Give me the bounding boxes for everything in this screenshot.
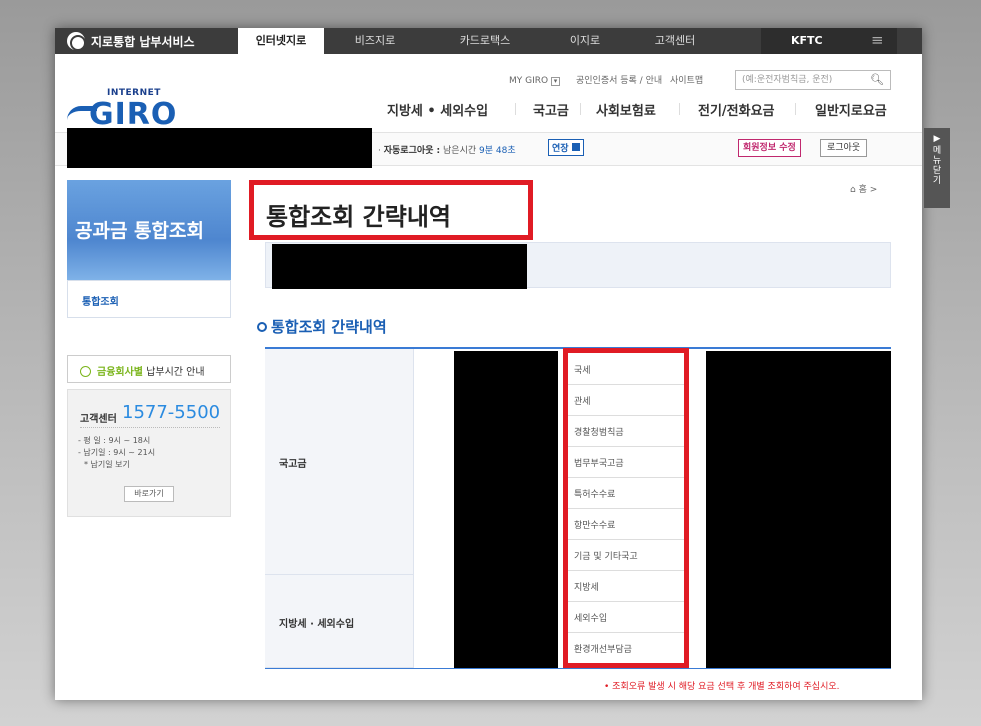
tab-internet-giro[interactable]: 인터넷지로 (238, 28, 324, 54)
list-item[interactable]: 관세 (568, 384, 684, 416)
section-title: 통합조회 간략내역 (257, 316, 387, 337)
tab-customer-center[interactable]: 고객센터 (635, 28, 715, 54)
tax-type-list-highlight: 국세 관세 경찰청범칙금 법무부국고금 특허수수료 항만수수료 기금 및 기타국… (563, 348, 689, 668)
cs-phone: 1577-5500 (122, 402, 221, 423)
table-row-header: 지방세 · 세외수입 (265, 575, 413, 668)
gnb-general-giro[interactable]: 일반지로요금 (815, 100, 887, 119)
cert-link[interactable]: 공인인증서 등록 / 안내 (576, 73, 662, 89)
giro-logo[interactable]: INTERNET GIRO (67, 88, 177, 132)
redacted-summary (272, 244, 527, 289)
dropdown-icon[interactable]: ▾ (550, 77, 560, 86)
arrow-right-icon: ▶ (933, 134, 941, 144)
table-row-header: 국고금 (265, 349, 413, 575)
gnb-social-insurance[interactable]: 사회보험료 (596, 100, 656, 119)
menu-icon[interactable]: ≡ (871, 31, 884, 49)
logo-giro: GIRO (89, 97, 178, 132)
brand-label: 지로통합 납부서비스 (91, 34, 195, 49)
plus-icon (571, 143, 580, 151)
sidebar-title-box: 공과금 통합조회 (67, 180, 231, 280)
clock-icon (80, 366, 91, 377)
logout-button[interactable]: 로그아웃 (820, 139, 868, 157)
redacted-column-1 (454, 351, 558, 668)
globe-icon (67, 32, 86, 51)
list-item[interactable]: 특허수수료 (568, 477, 684, 509)
gnb-divider (795, 103, 796, 115)
extend-session-button[interactable]: 연장 (548, 139, 584, 156)
hours-due-date: - 납기일 : 9시 ~ 21시 (78, 448, 156, 457)
list-item[interactable]: 기금 및 기타국고 (568, 539, 684, 571)
auto-logout-info: · 자동로그아웃 : 남은시간 9분 48초 (378, 146, 516, 156)
sidebar-title: 공과금 통합조회 (75, 220, 204, 242)
gnb-divider (515, 103, 516, 115)
payment-hours-button[interactable]: 금융회사별 납부시간 안내 (67, 355, 231, 383)
brand[interactable]: 지로통합 납부서비스 (67, 31, 195, 51)
tab-card-tax[interactable]: 카드로택스 (435, 28, 535, 54)
gnb-national-treasury[interactable]: 국고금 (533, 100, 569, 119)
kftc-area: KFTC ≡ (761, 28, 897, 54)
list-item[interactable]: 국세 (568, 353, 684, 385)
list-item[interactable]: 항만수수료 (568, 508, 684, 540)
breadcrumb[interactable]: ⌂ 홈 > (850, 182, 877, 195)
list-item[interactable]: 환경개선부담금 (568, 632, 684, 664)
hours-weekday: - 평 일 : 9시 ~ 18시 (78, 436, 151, 445)
list-item[interactable]: 경찰청범칙금 (568, 415, 684, 447)
redacted-column-2 (706, 351, 891, 668)
list-item[interactable]: 세외수입 (568, 601, 684, 633)
search-input[interactable]: (예:운전자범칙금, 운전) 🔍︎ (735, 70, 891, 90)
side-menu-label: 메뉴닫기 (932, 146, 942, 186)
giro-window: 지로통합 납부서비스 인터넷지로 비즈지로 카드로택스 이지로 고객센터 KFT… (55, 28, 922, 700)
browser-page: 지로통합 납부서비스 인터넷지로 비즈지로 카드로택스 이지로 고객센터 KFT… (0, 0, 981, 726)
cs-divider (80, 427, 220, 428)
gnb-local-tax[interactable]: 지방세 • 세외수입 (387, 100, 488, 119)
side-menu-toggle[interactable]: ▶ 메뉴닫기 (924, 128, 950, 208)
gnb-divider (679, 103, 680, 115)
go-button[interactable]: 바로가기 (124, 486, 174, 502)
list-item[interactable]: 지방세 (568, 570, 684, 602)
search-placeholder: (예:운전자범칙금, 운전) (742, 75, 833, 85)
table-bottom-line (265, 668, 891, 669)
list-item[interactable]: 법무부국고금 (568, 446, 684, 478)
sitemap-link[interactable]: 사이트맵 (670, 73, 703, 89)
table-divider (413, 349, 414, 668)
tab-biz-giro[interactable]: 비즈지로 (335, 28, 415, 54)
page-title: 통합조회 간략내역 (266, 203, 451, 231)
search-icon[interactable]: 🔍︎ (870, 71, 884, 89)
my-giro-link[interactable]: MY GIRO ▾ (509, 73, 560, 89)
redacted-user-info (67, 128, 372, 168)
footnote: • 조회오류 발생 시 해당 요금 선택 후 개별 조회하여 주십시오. (604, 682, 840, 692)
top-navigation: 지로통합 납부서비스 인터넷지로 비즈지로 카드로택스 이지로 고객센터 KFT… (55, 28, 922, 54)
customer-center-box: 고객센터 1577-5500 - 평 일 : 9시 ~ 18시 - 납기일 : … (67, 389, 231, 517)
gnb-utility-bills[interactable]: 전기/전화요금 (698, 100, 775, 119)
cs-label: 고객센터 (80, 414, 117, 425)
tab-easy-giro[interactable]: 이지로 (555, 28, 615, 54)
hours-due-link[interactable]: * 납기일 보기 (84, 459, 130, 470)
gnb-divider (580, 103, 581, 115)
sidebar-item-integrated-inquiry[interactable]: 통합조회 (67, 280, 231, 318)
kftc-logo[interactable]: KFTC (791, 34, 823, 47)
member-edit-button[interactable]: 회원정보 수정 (738, 139, 801, 157)
page-title-highlight: 통합조회 간략내역 (249, 180, 533, 240)
circle-icon (257, 322, 267, 332)
